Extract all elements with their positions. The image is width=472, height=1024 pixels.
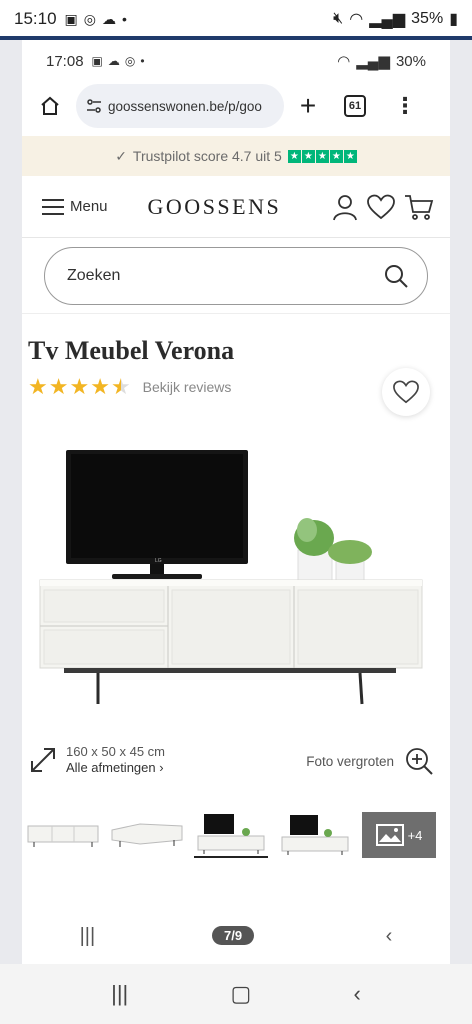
reviews-link[interactable]: Bekijk reviews — [143, 379, 232, 395]
browser-toolbar: goossenswonen.be/p/goo + 61 ⋮ — [22, 82, 450, 130]
signal-icon: ▂▄▆ — [369, 11, 406, 28]
rating-stars: ★ ★ ★ ★ ★ — [28, 376, 131, 398]
home-circle-icon[interactable]: ▢ — [231, 981, 252, 1007]
signal-icon: ▂▄▆ — [356, 53, 390, 70]
zoom-photo-button[interactable]: Foto vergroten — [306, 746, 434, 776]
account-icon[interactable] — [332, 193, 358, 221]
back-icon[interactable]: ‹ — [386, 925, 393, 948]
resize-arrow-icon — [31, 748, 55, 772]
zoom-in-icon — [406, 748, 433, 775]
new-tab-button[interactable]: + — [294, 92, 322, 120]
more-photos-count: +4 — [407, 827, 423, 843]
site-logo[interactable]: GOOSSENS — [148, 194, 282, 220]
hamburger-icon — [42, 198, 64, 215]
browser-window: 17:08 ▣ ☁ ◎ • ◠ ▂▄▆ 30% goossenswonen.be… — [22, 40, 450, 964]
wishlist-heart-icon[interactable] — [366, 193, 396, 221]
url-field[interactable]: goossenswonen.be/p/goo — [76, 84, 284, 128]
trustpilot-banner: ✓ Trustpilot score 4.7 uit 5 ★ ★ ★ ★ ★ — [22, 136, 450, 176]
star-icon: ★ — [69, 374, 90, 399]
cart-icon[interactable] — [404, 193, 434, 221]
back-icon[interactable]: ‹ — [354, 981, 361, 1007]
screenshot-frame: 17:08 ▣ ☁ ◎ • ◠ ▂▄▆ 30% goossenswonen.be… — [0, 40, 472, 964]
wifi-icon: ◠ — [349, 11, 364, 28]
more-photos-button[interactable]: +4 — [362, 812, 436, 858]
zoom-label: Foto vergroten — [306, 753, 394, 769]
site-settings-icon — [87, 99, 101, 113]
inner-battery-text: 30% — [395, 52, 426, 70]
url-text: goossenswonen.be/p/goo — [108, 98, 262, 114]
dot-icon: • — [122, 11, 127, 27]
dimensions-block[interactable]: 160 x 50 x 45 cm Alle afmetingen › — [28, 744, 165, 776]
gallery-pager: 7/9 — [212, 926, 255, 945]
inner-status-time: 17:08 — [46, 52, 84, 70]
whatsapp-icon: ◎ — [83, 10, 96, 27]
battery-icon: ▮ — [449, 11, 458, 28]
half-star-icon: ★ — [110, 374, 131, 399]
outer-battery-text: 35% — [411, 10, 444, 27]
site-header: Menu GOOSSENS — [22, 176, 450, 238]
more-options-button[interactable]: ⋮ — [394, 93, 416, 119]
search-placeholder: Zoeken — [67, 266, 121, 284]
dimensions-text: 160 x 50 x 45 cm — [66, 744, 165, 759]
product-image[interactable]: LG — [22, 444, 450, 724]
star-icon: ★ — [48, 374, 69, 399]
home-icon — [41, 96, 59, 115]
chevron-right-icon: › — [159, 760, 164, 775]
outer-status-time: 15:10 — [14, 9, 57, 28]
mute-icon: 🔇︎ — [333, 10, 344, 27]
product-title: Tv Meubel Verona — [28, 336, 235, 365]
image-icon — [375, 824, 404, 846]
recent-apps-icon[interactable]: ||| — [111, 981, 128, 1007]
all-dimensions-link[interactable]: Alle afmetingen — [66, 760, 156, 775]
whatsapp-icon: ◎ — [124, 54, 136, 68]
trustpilot-text: Trustpilot score 4.7 uit 5 — [132, 148, 282, 164]
thumbnail-strip: +4 — [26, 812, 436, 858]
cloud-icon: ☁ — [107, 54, 120, 68]
svg-text:LG: LG — [155, 558, 162, 564]
outer-status-bar: 15:10 ▣ ◎ ☁ • 🔇︎ ◠ ▂▄▆ 35% ▮ — [0, 0, 472, 38]
cloud-icon: ☁ — [102, 10, 116, 27]
gallery-icon: ▣ — [64, 10, 78, 27]
thumbnail-4[interactable] — [278, 812, 352, 858]
star-icon: ★ — [28, 374, 48, 399]
outer-navigation-bar: ||| ▢ ‹ — [0, 964, 472, 1024]
thumbnail-2[interactable] — [110, 812, 184, 858]
heart-icon — [393, 380, 419, 404]
wifi-icon: ◠ — [337, 53, 351, 70]
home-button[interactable] — [34, 90, 66, 122]
tab-switcher-button[interactable]: 61 — [344, 95, 366, 117]
inner-status-bar: 17:08 ▣ ☁ ◎ • ◠ ▂▄▆ 30% — [22, 40, 450, 82]
gallery-icon: ▣ — [91, 54, 103, 68]
add-to-wishlist-button[interactable] — [382, 368, 430, 416]
recent-apps-icon[interactable]: ||| — [80, 925, 96, 948]
menu-button[interactable]: Menu — [42, 198, 108, 215]
search-input[interactable]: Zoeken — [44, 246, 428, 305]
search-icon[interactable] — [383, 263, 409, 289]
dot-icon: • — [140, 54, 145, 68]
check-icon: ✓ — [115, 147, 127, 164]
trustpilot-stars: ★ ★ ★ ★ ★ — [287, 149, 357, 163]
thumbnail-3-selected[interactable] — [194, 812, 268, 858]
star-icon: ★ — [90, 374, 110, 399]
menu-label: Menu — [70, 198, 108, 215]
thumbnail-1[interactable] — [26, 812, 100, 858]
